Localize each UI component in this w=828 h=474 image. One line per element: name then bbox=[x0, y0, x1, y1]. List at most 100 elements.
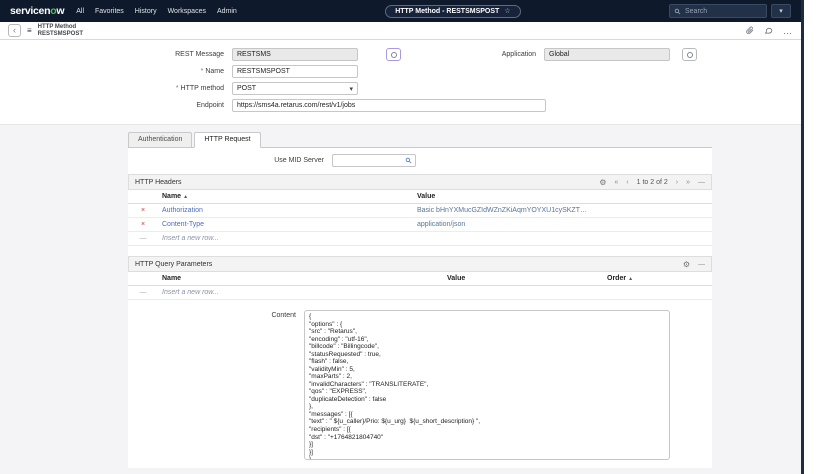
record-type-label: HTTP Method bbox=[38, 24, 83, 31]
insert-row-icon: — bbox=[140, 289, 147, 296]
insert-row: — Insert a new row... bbox=[128, 232, 712, 246]
http-request-panel: Use MID Server HTTP Headers ⚙ « ‹ 1 to 2… bbox=[128, 147, 712, 468]
record-name-label: RESTSMSPOST bbox=[38, 31, 83, 38]
pagination-first-icon[interactable]: « bbox=[614, 179, 618, 186]
activity-chat-icon[interactable] bbox=[764, 26, 773, 35]
search-icon bbox=[674, 8, 681, 15]
query-params-controls: ⚙ — bbox=[683, 260, 705, 269]
query-params-header: HTTP Query Parameters ⚙ — bbox=[128, 256, 712, 272]
tab-http-request[interactable]: HTTP Request bbox=[194, 132, 260, 148]
content-label: Content bbox=[128, 310, 304, 460]
form-fields: REST Message RESTSMS *Name RESTSMSPOST *… bbox=[0, 40, 801, 125]
http-headers-controls: ⚙ « ‹ 1 to 2 of 2 › » — bbox=[599, 178, 705, 187]
pagination-next-icon[interactable]: › bbox=[676, 179, 678, 186]
name-row: *Name RESTSMSPOST bbox=[0, 64, 801, 79]
application-info-button[interactable] bbox=[682, 48, 697, 61]
record-title: HTTP Method RESTSMSPOST bbox=[38, 24, 83, 37]
column-header-value[interactable]: Value bbox=[443, 272, 603, 286]
more-options-icon[interactable]: … bbox=[783, 26, 793, 36]
endpoint-row: Endpoint https://sms4a.retarus.com/rest/… bbox=[0, 98, 801, 113]
query-params-table: Name Value Order▲ — Insert a new row... bbox=[128, 272, 712, 300]
column-header-name[interactable]: Name bbox=[158, 272, 443, 286]
application-row: Application Global bbox=[468, 47, 697, 62]
pagination-prev-icon[interactable]: ‹ bbox=[626, 179, 628, 186]
mid-server-row: Use MID Server bbox=[128, 148, 712, 174]
insert-new-row[interactable]: Insert a new row... bbox=[162, 289, 219, 296]
nav-item-favorites[interactable]: Favorites bbox=[95, 8, 124, 15]
endpoint-label: Endpoint bbox=[0, 102, 232, 109]
info-circle-icon bbox=[687, 52, 693, 58]
main-menu: All Favorites History Workspaces Admin bbox=[76, 8, 237, 15]
collapse-list-icon[interactable]: — bbox=[698, 179, 705, 186]
pagination-last-icon[interactable]: » bbox=[686, 179, 690, 186]
column-header-order[interactable]: Order▲ bbox=[603, 272, 712, 286]
nav-item-all[interactable]: All bbox=[76, 8, 84, 15]
delete-row-icon[interactable]: × bbox=[128, 204, 158, 218]
column-header-actions bbox=[128, 190, 158, 204]
search-placeholder: Search bbox=[685, 8, 707, 15]
nav-item-admin[interactable]: Admin bbox=[217, 8, 237, 15]
select-caret-icon: ▾ bbox=[349, 85, 353, 93]
sort-asc-icon: ▲ bbox=[628, 276, 633, 282]
query-params-title: HTTP Query Parameters bbox=[135, 261, 212, 268]
tab-authentication[interactable]: Authentication bbox=[128, 132, 192, 148]
http-method-row: *HTTP method POST ▾ bbox=[0, 81, 801, 96]
column-header-actions bbox=[128, 272, 158, 286]
collapse-list-icon[interactable]: — bbox=[698, 261, 705, 268]
form-tabs: Authentication HTTP Request bbox=[128, 132, 801, 147]
form-header-bar: ‹ ≡ HTTP Method RESTSMSPOST … bbox=[0, 22, 801, 40]
screenshot-canvas: servicenow All Favorites History Workspa… bbox=[0, 0, 828, 474]
chevron-down-icon: ▾ bbox=[779, 7, 783, 15]
favorite-star-icon[interactable]: ☆ bbox=[504, 7, 510, 15]
record-preview-icon bbox=[391, 52, 397, 58]
record-title-text: HTTP Method - RESTSMSPOST bbox=[395, 8, 499, 15]
endpoint-field[interactable]: https://sms4a.retarus.com/rest/v1/jobs bbox=[232, 99, 546, 112]
search-scope-dropdown[interactable]: ▾ bbox=[771, 4, 791, 18]
mid-server-label: Use MID Server bbox=[128, 157, 332, 164]
rest-message-field[interactable]: RESTSMS bbox=[232, 48, 358, 61]
header-name-link[interactable]: Authorization bbox=[162, 207, 203, 214]
application-field[interactable]: Global bbox=[544, 48, 670, 61]
list-settings-gear-icon[interactable]: ⚙ bbox=[683, 260, 690, 269]
record-title-pill[interactable]: HTTP Method - RESTSMSPOST ☆ bbox=[385, 5, 520, 18]
top-nav: servicenow All Favorites History Workspa… bbox=[0, 0, 801, 22]
mid-server-field[interactable] bbox=[332, 154, 416, 167]
content-textarea[interactable]: { "options" : { "src" : "Retarus", "enco… bbox=[304, 310, 670, 460]
insert-row: — Insert a new row... bbox=[128, 286, 712, 300]
sort-asc-icon: ▲ bbox=[183, 194, 188, 200]
reference-lookup-icon[interactable] bbox=[405, 157, 412, 164]
rest-message-label: REST Message bbox=[0, 51, 232, 58]
header-name-link[interactable]: Content-Type bbox=[162, 221, 204, 228]
column-header-name[interactable]: Name▲ bbox=[158, 190, 413, 204]
form-context-menu-icon[interactable]: ≡ bbox=[27, 26, 32, 35]
section-gap bbox=[128, 246, 712, 256]
application-label: Application bbox=[468, 51, 544, 58]
header-value-cell[interactable]: application/json bbox=[417, 221, 465, 228]
servicenow-logo[interactable]: servicenow bbox=[10, 5, 64, 17]
nav-item-workspaces[interactable]: Workspaces bbox=[168, 8, 206, 15]
back-icon: ‹ bbox=[13, 25, 16, 35]
global-search-input[interactable]: Search bbox=[669, 4, 767, 18]
insert-row-icon: — bbox=[140, 235, 147, 242]
http-headers-header: HTTP Headers ⚙ « ‹ 1 to 2 of 2 › » — bbox=[128, 174, 712, 190]
back-button[interactable]: ‹ bbox=[8, 24, 21, 37]
http-method-value: POST bbox=[237, 85, 256, 92]
form-body: Authentication HTTP Request Use MID Serv… bbox=[0, 125, 801, 474]
http-method-select[interactable]: POST ▾ bbox=[232, 82, 358, 95]
rest-message-preview-button[interactable] bbox=[386, 48, 401, 61]
insert-new-row[interactable]: Insert a new row... bbox=[162, 235, 219, 242]
name-label: *Name bbox=[0, 68, 232, 75]
column-header-value[interactable]: Value bbox=[413, 190, 712, 204]
name-field[interactable]: RESTSMSPOST bbox=[232, 65, 358, 78]
servicenow-window: servicenow All Favorites History Workspa… bbox=[0, 0, 804, 474]
required-asterisk: * bbox=[201, 68, 204, 75]
content-row: Content { "options" : { "src" : "Retarus… bbox=[128, 310, 712, 460]
http-headers-title: HTTP Headers bbox=[135, 179, 182, 186]
table-row: × Content-Type application/json bbox=[128, 218, 712, 232]
nav-item-history[interactable]: History bbox=[135, 8, 157, 15]
delete-row-icon[interactable]: × bbox=[128, 218, 158, 232]
form-header-icons: … bbox=[746, 26, 793, 36]
header-value-cell[interactable]: Basic bHnYXMucGZIdWZnZKiAqmYOYXU1cySKZT… bbox=[417, 207, 587, 214]
attachment-paperclip-icon[interactable] bbox=[746, 26, 754, 35]
list-settings-gear-icon[interactable]: ⚙ bbox=[599, 178, 606, 187]
